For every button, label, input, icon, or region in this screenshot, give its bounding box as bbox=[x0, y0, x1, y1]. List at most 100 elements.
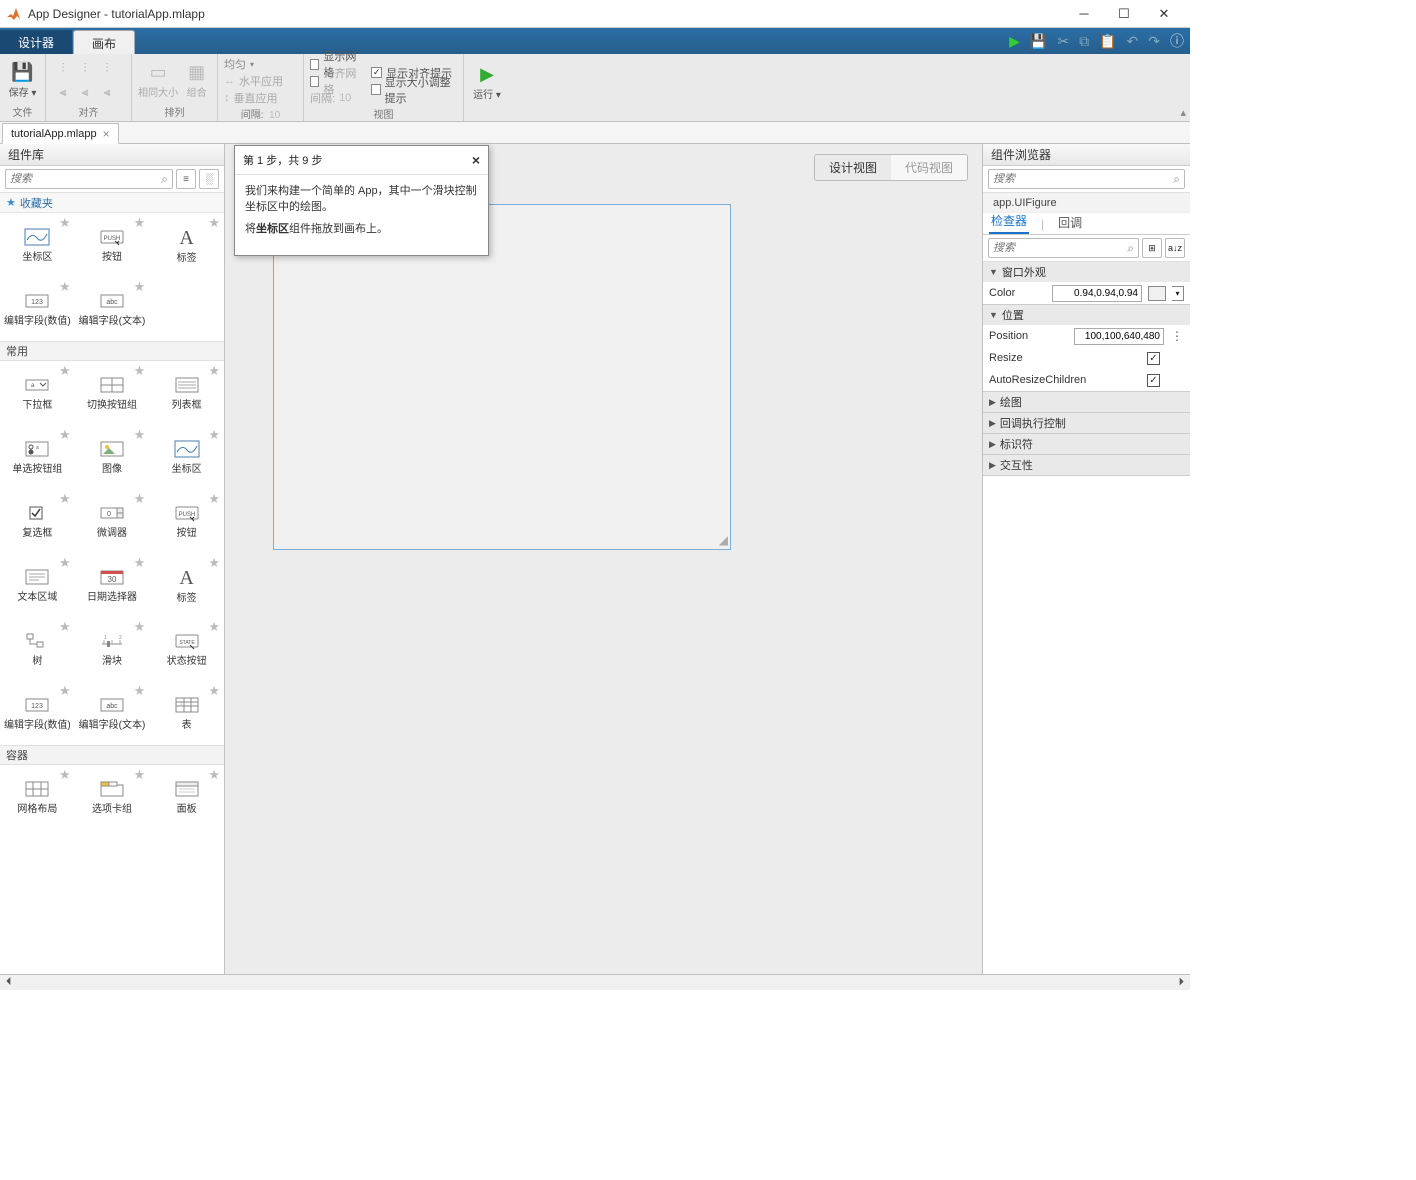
tab-designer[interactable]: 设计器 bbox=[0, 30, 72, 54]
component-坐标区[interactable]: ★坐标区 bbox=[149, 425, 224, 489]
star-icon[interactable]: ★ bbox=[208, 363, 220, 379]
show-align-hint-checkbox[interactable]: ✓ bbox=[371, 67, 382, 78]
library-search-input[interactable]: ⌕ bbox=[5, 169, 173, 189]
quick-cut-icon[interactable]: ✂ bbox=[1057, 33, 1069, 50]
group-button[interactable]: ▦ 组合 bbox=[182, 61, 211, 99]
color-swatch[interactable] bbox=[1148, 286, 1166, 301]
color-dropdown-icon[interactable]: ▾ bbox=[1172, 286, 1184, 301]
component-微调器[interactable]: ★0微调器 bbox=[75, 489, 150, 553]
star-icon[interactable]: ★ bbox=[59, 427, 71, 443]
run-button[interactable]: ▶ 运行 ▾ bbox=[470, 63, 504, 101]
component-选项卡组[interactable]: ★选项卡组 bbox=[75, 765, 150, 829]
component-标签[interactable]: ★A标签 bbox=[149, 213, 224, 277]
quick-help-icon[interactable]: ⓘ bbox=[1170, 31, 1184, 51]
align-grid-checkbox[interactable] bbox=[310, 76, 319, 87]
quick-save-icon[interactable]: 💾 bbox=[1030, 33, 1047, 50]
star-icon[interactable]: ★ bbox=[59, 767, 71, 783]
star-icon[interactable]: ★ bbox=[134, 279, 146, 295]
star-icon[interactable]: ★ bbox=[208, 215, 220, 231]
component-下拉框[interactable]: ★a下拉框 bbox=[0, 361, 75, 425]
tab-canvas[interactable]: 画布 bbox=[73, 30, 135, 55]
tab-callbacks[interactable]: 回调 bbox=[1056, 211, 1084, 234]
toolstrip-minimize-icon[interactable]: ▴ bbox=[1180, 106, 1186, 119]
star-icon[interactable]: ★ bbox=[134, 215, 146, 231]
star-icon[interactable]: ★ bbox=[134, 363, 146, 379]
save-button[interactable]: 💾 保存 ▾ bbox=[6, 61, 39, 99]
star-icon[interactable]: ★ bbox=[59, 683, 71, 699]
section-identifier[interactable]: ▶标识符 bbox=[983, 434, 1190, 454]
star-icon[interactable]: ★ bbox=[134, 491, 146, 507]
component-图像[interactable]: ★图像 bbox=[75, 425, 150, 489]
document-tab[interactable]: tutorialApp.mlapp × bbox=[2, 123, 119, 144]
component-面板[interactable]: ★面板 bbox=[149, 765, 224, 829]
section-interact[interactable]: ▶交互性 bbox=[983, 455, 1190, 475]
same-size-button[interactable]: ▭ 相同大小 bbox=[138, 61, 178, 99]
quick-run-icon[interactable]: ▶ bbox=[1009, 33, 1020, 50]
horiz-apply-button[interactable]: ↔ 水平应用 bbox=[224, 73, 283, 89]
close-icon[interactable]: × bbox=[103, 127, 110, 141]
align-center-icon[interactable]: ⫶ bbox=[74, 58, 96, 78]
component-状态按钮[interactable]: ★STATE状态按钮 bbox=[149, 617, 224, 681]
popup-close-button[interactable]: × bbox=[472, 152, 480, 168]
component-复选框[interactable]: ★复选框 bbox=[0, 489, 75, 553]
align-middle-icon[interactable]: ⫷ bbox=[74, 82, 96, 102]
star-icon[interactable]: ★ bbox=[59, 555, 71, 571]
component-按钮[interactable]: ★PUSH按钮 bbox=[75, 213, 150, 277]
inspector-group-button[interactable]: ⊞ bbox=[1142, 238, 1162, 258]
component-网格布局[interactable]: ★网格布局 bbox=[0, 765, 75, 829]
component-按钮[interactable]: ★PUSH按钮 bbox=[149, 489, 224, 553]
maximize-button[interactable]: ☐ bbox=[1104, 3, 1144, 25]
vert-apply-button[interactable]: ↕ 垂直应用 bbox=[224, 90, 283, 106]
star-icon[interactable]: ★ bbox=[134, 619, 146, 635]
browser-search-input[interactable]: ⌕ bbox=[988, 169, 1185, 189]
prop-autoresize-checkbox[interactable]: ✓ bbox=[1147, 374, 1160, 387]
component-列表框[interactable]: ★列表框 bbox=[149, 361, 224, 425]
star-icon[interactable]: ★ bbox=[134, 555, 146, 571]
align-right-icon[interactable]: ⫶ bbox=[96, 58, 118, 78]
container-header[interactable]: 容器 bbox=[0, 745, 224, 765]
align-top-icon[interactable]: ⫷ bbox=[52, 82, 74, 102]
star-icon[interactable]: ★ bbox=[134, 427, 146, 443]
star-icon[interactable]: ★ bbox=[59, 215, 71, 231]
section-position[interactable]: ▼位置 bbox=[983, 305, 1190, 325]
star-icon[interactable]: ★ bbox=[208, 427, 220, 443]
star-icon[interactable]: ★ bbox=[208, 683, 220, 699]
align-bottom-icon[interactable]: ⫷ bbox=[96, 82, 118, 102]
star-icon[interactable]: ★ bbox=[59, 363, 71, 379]
star-icon[interactable]: ★ bbox=[208, 619, 220, 635]
component-单选按钮组[interactable]: ★a单选按钮组 bbox=[0, 425, 75, 489]
status-right-arrow-icon[interactable]: ⏵ bbox=[1179, 976, 1185, 989]
show-resize-hint-checkbox[interactable] bbox=[371, 84, 380, 95]
minimize-button[interactable]: ─ bbox=[1064, 3, 1104, 25]
quick-undo-icon[interactable]: ↶ bbox=[1127, 33, 1139, 50]
quick-redo-icon[interactable]: ↷ bbox=[1148, 33, 1160, 50]
quick-copy-icon[interactable]: ⧉ bbox=[1079, 33, 1089, 50]
component-滑块[interactable]: ★12滑块 bbox=[75, 617, 150, 681]
component-坐标区[interactable]: ★坐标区 bbox=[0, 213, 75, 277]
show-grid-checkbox[interactable] bbox=[310, 59, 319, 70]
star-icon[interactable]: ★ bbox=[59, 279, 71, 295]
component-文本区域[interactable]: ★文本区域 bbox=[0, 553, 75, 617]
prop-position-input[interactable] bbox=[1074, 328, 1164, 345]
star-icon[interactable]: ★ bbox=[208, 767, 220, 783]
tab-inspector[interactable]: 检查器 bbox=[989, 209, 1029, 234]
library-scroll[interactable]: ★ 收藏夹★坐标区★PUSH按钮★A标签★123编辑字段(数值)★abc编辑字段… bbox=[0, 193, 224, 974]
grid-view-button[interactable]: ░ bbox=[199, 169, 219, 189]
quick-paste-icon[interactable]: 📋 bbox=[1099, 33, 1116, 50]
component-编辑字段(数值)[interactable]: ★123编辑字段(数值) bbox=[0, 277, 75, 341]
star-icon[interactable]: ★ bbox=[208, 555, 220, 571]
section-callback-control[interactable]: ▶回调执行控制 bbox=[983, 413, 1190, 433]
design-view-button[interactable]: 设计视图 bbox=[815, 155, 891, 180]
prop-resize-checkbox[interactable]: ✓ bbox=[1147, 352, 1160, 365]
star-icon[interactable]: ★ bbox=[134, 683, 146, 699]
component-树[interactable]: ★树 bbox=[0, 617, 75, 681]
list-view-button[interactable]: ≡ bbox=[176, 169, 196, 189]
component-日期选择器[interactable]: ★30日期选择器 bbox=[75, 553, 150, 617]
star-icon[interactable]: ★ bbox=[134, 767, 146, 783]
component-标签[interactable]: ★A标签 bbox=[149, 553, 224, 617]
star-icon[interactable]: ★ bbox=[208, 491, 220, 507]
section-appearance[interactable]: ▼窗口外观 bbox=[983, 262, 1190, 282]
canvas-area[interactable]: 设计视图 代码视图 ◢ bbox=[225, 144, 982, 974]
resize-grip-icon[interactable]: ◢ bbox=[719, 533, 728, 547]
inspector-sort-button[interactable]: a↓z bbox=[1165, 238, 1185, 258]
